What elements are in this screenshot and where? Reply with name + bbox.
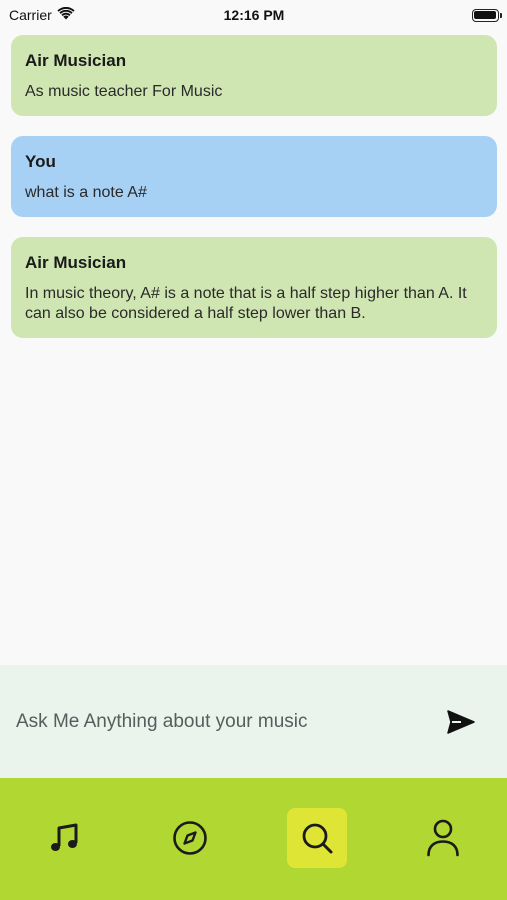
status-right — [359, 8, 502, 22]
send-button[interactable] — [445, 706, 477, 738]
message-bubble-user: You what is a note A# — [11, 136, 497, 217]
message-sender: Air Musician — [25, 51, 127, 70]
message-text: In music theory, A# is a note that is a … — [25, 285, 467, 322]
user-icon — [427, 819, 459, 857]
message-composer — [0, 665, 507, 778]
send-icon — [447, 709, 475, 734]
compass-icon — [173, 821, 207, 855]
battery-icon — [471, 8, 502, 22]
bottom-nav — [0, 778, 507, 900]
wifi-icon — [57, 6, 75, 23]
message-sender: Air Musician — [25, 253, 127, 272]
nav-item-search[interactable] — [287, 808, 347, 868]
status-left: Carrier — [9, 6, 149, 23]
status-time: 12:16 PM — [223, 7, 285, 23]
message-bubble-ai: Air Musician In music theory, A# is a no… — [11, 237, 497, 338]
message-text: As music teacher For Music — [25, 83, 223, 100]
message-sender: You — [25, 152, 56, 171]
nav-item-profile[interactable] — [413, 808, 473, 868]
nav-item-explore[interactable] — [160, 808, 220, 868]
nav-item-music[interactable] — [34, 808, 94, 868]
music-note-icon — [51, 823, 78, 851]
status-bar: Carrier 12:16 PM — [0, 0, 507, 30]
message-input[interactable] — [16, 710, 445, 733]
message-text: what is a note A# — [25, 184, 147, 201]
carrier-label: Carrier — [9, 7, 52, 23]
chat-list: Air Musician As music teacher For Music … — [11, 35, 497, 358]
search-icon — [302, 823, 333, 854]
message-bubble-ai: Air Musician As music teacher For Music — [11, 35, 497, 116]
